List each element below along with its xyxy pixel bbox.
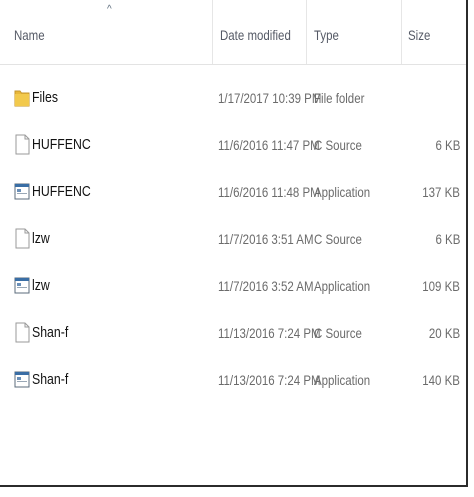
file-name: lzw [32, 230, 50, 247]
c-source-file-icon [15, 228, 30, 249]
sort-indicator: ^ [107, 4, 112, 15]
column-header-bar: ^ Name Date modified Type Size [0, 0, 466, 65]
file-row[interactable]: Shan-f 11/13/2016 7:24 PM C Source 20 KB [0, 313, 466, 353]
file-type: C Source [314, 137, 362, 153]
file-type: C Source [314, 325, 362, 341]
c-source-file-icon [15, 134, 30, 155]
file-date-modified: 11/13/2016 7:24 PM [218, 372, 321, 388]
file-row[interactable]: Shan-f 11/13/2016 7:24 PM Application 14… [0, 360, 466, 400]
file-name: lzw [32, 277, 50, 294]
file-name: Files [32, 89, 58, 106]
file-date-modified: 11/7/2016 3:52 AM [218, 278, 314, 294]
file-list-pane: ^ Name Date modified Type Size Files 1/1… [0, 0, 468, 487]
file-date-modified: 11/6/2016 11:47 PM [218, 137, 320, 153]
column-divider[interactable] [401, 0, 402, 64]
file-type: C Source [314, 231, 362, 247]
column-header-size[interactable]: Size [408, 24, 430, 46]
column-divider[interactable] [306, 0, 307, 64]
application-icon [14, 371, 30, 388]
file-row[interactable]: HUFFENC 11/6/2016 11:47 PM C Source 6 KB [0, 125, 466, 165]
file-type: Application [314, 372, 371, 388]
file-date-modified: 11/6/2016 11:48 PM [218, 184, 320, 200]
file-size: 6 KB [435, 137, 460, 153]
file-date-modified: 11/13/2016 7:24 PM [218, 325, 321, 341]
application-icon [14, 183, 30, 200]
file-size: 109 KB [422, 278, 460, 294]
column-header-type[interactable]: Type [314, 24, 339, 46]
file-size: 137 KB [422, 184, 460, 200]
file-size: 140 KB [422, 372, 460, 388]
application-icon [14, 277, 30, 294]
c-source-file-icon [15, 322, 30, 343]
column-header-name[interactable]: Name [14, 24, 45, 46]
file-date-modified: 1/17/2017 10:39 PM [218, 90, 322, 106]
file-row[interactable]: lzw 11/7/2016 3:51 AM C Source 6 KB [0, 219, 466, 259]
file-name: HUFFENC [32, 136, 91, 153]
column-divider[interactable] [212, 0, 213, 64]
file-row[interactable]: Files 1/17/2017 10:39 PM File folder [0, 78, 466, 118]
folder-icon [14, 90, 30, 107]
file-size: 20 KB [428, 325, 460, 341]
file-row[interactable]: lzw 11/7/2016 3:52 AM Application 109 KB [0, 266, 466, 306]
file-name: Shan-f [32, 324, 69, 341]
file-type: File folder [314, 90, 365, 106]
file-size: 6 KB [435, 231, 460, 247]
file-name: Shan-f [32, 371, 69, 388]
column-header-date-modified[interactable]: Date modified [220, 24, 291, 46]
file-date-modified: 11/7/2016 3:51 AM [218, 231, 314, 247]
file-type: Application [314, 184, 371, 200]
file-row[interactable]: HUFFENC 11/6/2016 11:48 PM Application 1… [0, 172, 466, 212]
file-type: Application [314, 278, 371, 294]
file-name: HUFFENC [32, 183, 91, 200]
